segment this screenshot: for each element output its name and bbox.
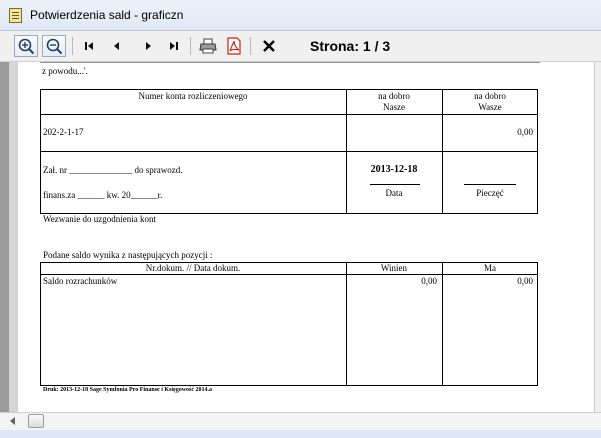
scroll-left-icon[interactable] bbox=[10, 417, 15, 425]
wezwanie-text: Wezwanie do uzgodnienia kont bbox=[43, 214, 156, 224]
amount-yours: 0,00 bbox=[517, 127, 533, 137]
right-margin bbox=[594, 62, 601, 412]
header-ours-line1: na dobro bbox=[378, 91, 410, 101]
header-document: Nr.dokum. // Data dokum. bbox=[145, 263, 241, 273]
cut-off-text-line bbox=[40, 62, 540, 63]
first-page-icon bbox=[85, 42, 93, 50]
zal-line: Zał. nr ______________ do sprawozd. bbox=[43, 165, 183, 175]
saldo-ma: 0,00 bbox=[517, 276, 533, 286]
pdf-export-button[interactable] bbox=[222, 35, 246, 57]
table-divider bbox=[40, 151, 538, 152]
header-winien: Winien bbox=[380, 263, 408, 273]
pdf-export-icon bbox=[227, 37, 241, 55]
toolbar-separator bbox=[72, 37, 73, 55]
toolbar-separator bbox=[250, 37, 251, 55]
window-title: Potwierdzenia sald - graficzn bbox=[30, 8, 184, 22]
finans-line: finans.za ______ kw. 20______r. bbox=[43, 190, 163, 200]
saldo-winien: 0,00 bbox=[421, 276, 437, 286]
print-footer: Druk: 2013-12-18 Sage Symfonia Pro Finan… bbox=[43, 387, 213, 393]
close-button[interactable] bbox=[257, 35, 281, 57]
previous-page-button[interactable] bbox=[104, 35, 128, 57]
saldo-label: Saldo rozrachunków bbox=[43, 276, 118, 286]
previous-page-icon bbox=[114, 42, 119, 50]
page-indicator: Strona: 1 / 3 bbox=[310, 38, 391, 54]
report-page: z powodu...'. Numer konta rozliczenioweg… bbox=[18, 62, 594, 412]
header-ma: Ma bbox=[484, 263, 496, 273]
top-fragment: z powodu...'. bbox=[42, 66, 88, 76]
podane-text: Podane saldo wynika z następujących pozy… bbox=[43, 250, 213, 260]
document-icon bbox=[9, 8, 22, 23]
window-bottom-edge bbox=[0, 430, 601, 438]
left-margin-inner bbox=[9, 62, 18, 412]
last-page-icon bbox=[170, 42, 178, 50]
zoom-in-icon bbox=[18, 38, 35, 55]
zoom-out-button[interactable] bbox=[42, 35, 66, 57]
table-divider bbox=[40, 274, 538, 275]
date-signature-line bbox=[370, 184, 420, 185]
print-button[interactable] bbox=[196, 35, 220, 57]
next-page-button[interactable] bbox=[136, 35, 160, 57]
table-divider bbox=[40, 114, 538, 115]
left-margin bbox=[0, 62, 9, 412]
title-bar: Potwierdzenia sald - graficzn bbox=[0, 0, 601, 31]
header-account-number: Numer konta rozliczeniowego bbox=[138, 91, 248, 101]
horizontal-scrollbar[interactable] bbox=[0, 412, 601, 430]
toolbar bbox=[0, 31, 601, 62]
header-yours-line2: Wasze bbox=[478, 102, 502, 112]
header-ours-line2: Nasze bbox=[383, 102, 405, 112]
zoom-out-icon bbox=[46, 38, 63, 55]
close-icon bbox=[263, 40, 275, 52]
zoom-in-button[interactable] bbox=[14, 35, 38, 57]
date-label: Data bbox=[385, 188, 403, 198]
first-page-button[interactable] bbox=[77, 35, 101, 57]
print-icon bbox=[199, 38, 217, 54]
date-value: 2013-12-18 bbox=[370, 164, 418, 175]
account-number: 202-2-1-17 bbox=[43, 127, 84, 137]
toolbar-separator bbox=[190, 37, 191, 55]
stamp-signature-line bbox=[464, 184, 516, 185]
stamp-label: Pieczęć bbox=[476, 188, 504, 198]
next-page-icon bbox=[146, 42, 151, 50]
last-page-button[interactable] bbox=[162, 35, 186, 57]
header-yours-line1: na dobro bbox=[474, 91, 506, 101]
scroll-thumb[interactable] bbox=[28, 414, 44, 428]
